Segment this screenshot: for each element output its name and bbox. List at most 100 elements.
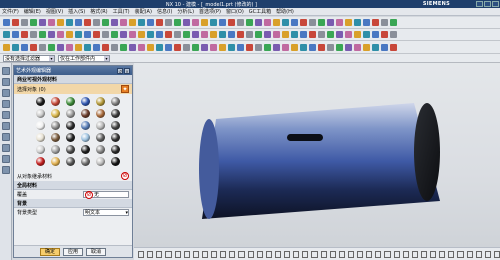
constraint-navigator-icon[interactable] <box>1 78 10 86</box>
toolbar-button-icon[interactable] <box>255 43 262 51</box>
toolbar-button-icon[interactable] <box>345 43 352 51</box>
toolbar-button-icon[interactable] <box>282 43 289 51</box>
menu-file[interactable]: 文件(F) <box>2 8 19 15</box>
snap-point-icon[interactable] <box>284 250 291 258</box>
menu-assembly[interactable]: 装配(A) <box>135 8 152 15</box>
snap-point-icon[interactable] <box>265 250 272 258</box>
toolbar-button-icon[interactable] <box>390 19 397 26</box>
toolbar-button-icon[interactable] <box>336 31 343 38</box>
toolbar-button-icon[interactable] <box>57 31 64 38</box>
select-object-row[interactable]: 选择对象 (0) ✦ <box>14 84 132 94</box>
material-swatch[interactable] <box>81 97 90 106</box>
toolbar-button-icon[interactable] <box>381 43 388 51</box>
toolbar-button-icon[interactable] <box>93 43 100 51</box>
toolbar-button-icon[interactable] <box>57 19 64 26</box>
snap-point-icon[interactable] <box>329 250 336 258</box>
toolbar-button-icon[interactable] <box>174 43 181 51</box>
toolbar-button-icon[interactable] <box>354 43 361 51</box>
material-swatch[interactable] <box>81 145 90 154</box>
toolbar-button-icon[interactable] <box>291 19 298 26</box>
toolbar-button-icon[interactable] <box>129 43 136 51</box>
snap-point-icon[interactable] <box>156 250 163 258</box>
toolbar-button-icon[interactable] <box>246 43 253 51</box>
toolbar-button-icon[interactable] <box>363 31 370 38</box>
toolbar-button-icon[interactable] <box>327 31 334 38</box>
snap-point-icon[interactable] <box>493 250 500 258</box>
snap-point-icon[interactable] <box>238 250 245 258</box>
toolbar-button-icon[interactable] <box>75 19 82 26</box>
snap-point-icon[interactable] <box>484 250 491 258</box>
toolbar-button-icon[interactable] <box>237 19 244 26</box>
material-swatch[interactable] <box>51 157 60 166</box>
toolbar-button-icon[interactable] <box>48 31 55 38</box>
material-swatch[interactable] <box>66 121 75 130</box>
material-swatch[interactable] <box>36 121 45 130</box>
material-swatch[interactable] <box>111 133 120 142</box>
toolbar-button-icon[interactable] <box>264 19 271 26</box>
snap-point-icon[interactable] <box>220 250 227 258</box>
apply-button[interactable]: 应用 <box>63 247 83 256</box>
toolbar-button-icon[interactable] <box>327 19 334 26</box>
toolbar-button-icon[interactable] <box>183 43 190 51</box>
material-swatch[interactable] <box>36 133 45 142</box>
material-swatch[interactable] <box>111 145 120 154</box>
section-header-material[interactable]: 商业可视外观材料 <box>14 75 132 84</box>
snap-point-icon[interactable] <box>430 250 437 258</box>
toolbar-button-icon[interactable] <box>237 43 244 51</box>
toolbar-button-icon[interactable] <box>75 31 82 38</box>
material-swatch[interactable] <box>51 121 60 130</box>
snap-point-icon[interactable] <box>393 250 400 258</box>
reset-icon[interactable]: ↺ <box>117 67 123 74</box>
toolbar-button-icon[interactable] <box>3 19 10 26</box>
toolbar-button-icon[interactable] <box>138 31 145 38</box>
snap-point-icon[interactable] <box>320 250 327 258</box>
minimize-icon[interactable] <box>476 1 483 7</box>
toolbar-button-icon[interactable] <box>102 43 109 51</box>
toolbar-button-icon[interactable] <box>21 43 28 51</box>
toolbar-button-icon[interactable] <box>57 43 64 51</box>
section-header-global[interactable]: 全局材料 <box>14 181 132 190</box>
material-swatch[interactable] <box>51 109 60 118</box>
toolbar-button-icon[interactable] <box>273 43 280 51</box>
history-icon[interactable] <box>1 133 10 141</box>
toolbar-button-icon[interactable] <box>84 31 91 38</box>
toolbar-button-icon[interactable] <box>66 31 73 38</box>
menu-preferences[interactable]: 首选项(P) <box>199 8 221 15</box>
toolbar-button-icon[interactable] <box>156 43 163 51</box>
toolbar-button-icon[interactable] <box>363 43 370 51</box>
toolbar-button-icon[interactable] <box>120 43 127 51</box>
toolbar-button-icon[interactable] <box>201 19 208 26</box>
type-filter-select[interactable]: 没有选择过滤器 ▾ <box>3 54 55 62</box>
process-studio-icon[interactable] <box>1 144 10 152</box>
toolbar-button-icon[interactable] <box>345 31 352 38</box>
snap-point-icon[interactable] <box>147 250 154 258</box>
toolbar-button-icon[interactable] <box>75 43 82 51</box>
web-browser-icon[interactable] <box>1 122 10 130</box>
toolbar-button-icon[interactable] <box>273 31 280 38</box>
override-field[interactable]: ⊘ 无 <box>83 190 129 199</box>
toolbar-button-icon[interactable] <box>354 31 361 38</box>
snap-point-icon[interactable] <box>256 250 263 258</box>
toolbar-button-icon[interactable] <box>336 43 343 51</box>
snap-point-icon[interactable] <box>420 250 427 258</box>
snap-point-icon[interactable] <box>229 250 236 258</box>
toolbar-button-icon[interactable] <box>210 19 217 26</box>
ok-button[interactable]: 确定 <box>40 247 60 256</box>
snap-point-icon[interactable] <box>183 250 190 258</box>
toolbar-button-icon[interactable] <box>381 19 388 26</box>
hd3d-tools-icon[interactable] <box>1 111 10 119</box>
toolbar-button-icon[interactable] <box>309 31 316 38</box>
toolbar-button-icon[interactable] <box>12 43 19 51</box>
toolbar-button-icon[interactable] <box>93 31 100 38</box>
material-swatch[interactable] <box>36 145 45 154</box>
toolbar-button-icon[interactable] <box>147 31 154 38</box>
menu-format[interactable]: 格式(R) <box>90 8 107 15</box>
toolbar-button-icon[interactable] <box>210 31 217 38</box>
toolbar-button-icon[interactable] <box>300 19 307 26</box>
toolbar-button-icon[interactable] <box>48 19 55 26</box>
toolbar-button-icon[interactable] <box>318 31 325 38</box>
scope-select[interactable]: 仅在工作部件内 ▾ <box>58 54 110 62</box>
toolbar-button-icon[interactable] <box>354 19 361 26</box>
snap-point-icon[interactable] <box>302 250 309 258</box>
material-swatch[interactable] <box>96 109 105 118</box>
